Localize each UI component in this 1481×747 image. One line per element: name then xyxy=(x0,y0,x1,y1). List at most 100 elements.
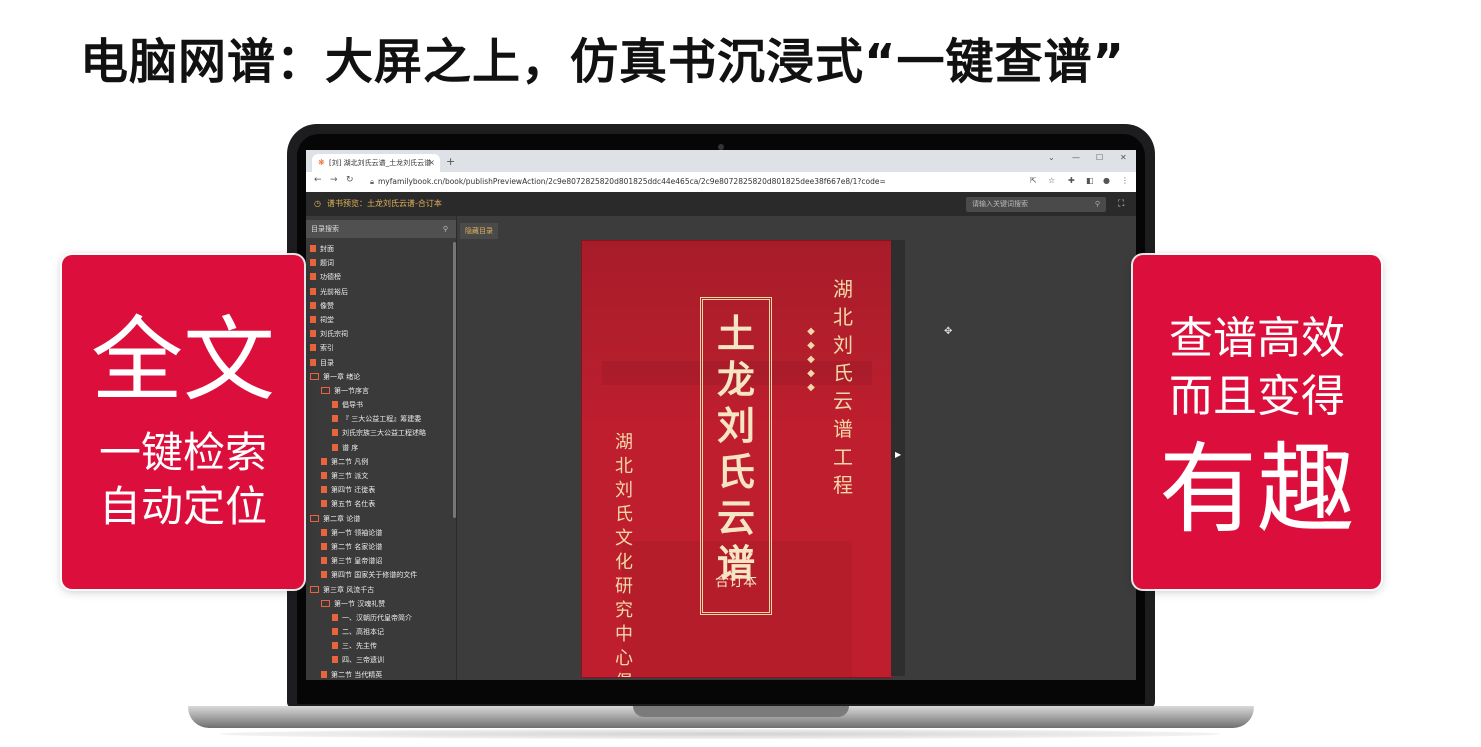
extensions-icon[interactable]: ✚ xyxy=(1068,176,1075,185)
page-icon xyxy=(321,472,327,479)
toc-item-label: 题词 xyxy=(320,259,334,268)
page-icon xyxy=(332,613,338,621)
back-icon[interactable]: ← xyxy=(314,175,322,185)
maximize-icon[interactable]: ☐ xyxy=(1096,153,1103,162)
toc-item[interactable]: 第二章 论谱 xyxy=(306,512,452,526)
share-icon[interactable]: ⇱ xyxy=(1030,176,1037,185)
folder-icon xyxy=(310,514,319,522)
toc-item[interactable]: 第二节 凡例 xyxy=(306,455,452,469)
toc-item-label: 第一节 领袖论谱 xyxy=(331,528,383,537)
toc-item-label: 功德榜 xyxy=(320,273,341,282)
folder-icon xyxy=(321,386,330,394)
folder-icon xyxy=(310,372,319,380)
callout-left-line1: 一键检索 xyxy=(98,428,267,477)
toc-item-label: 第四节 迁徙表 xyxy=(331,486,376,495)
toc-item[interactable]: 一、汉朝历代皇帝简介 xyxy=(306,611,452,625)
toc-item-label: 第一节 汉魂礼赞 xyxy=(334,599,386,608)
menu-icon[interactable]: ⋮ xyxy=(1121,176,1129,185)
toc-item-label: 目录 xyxy=(320,358,334,367)
toc-item[interactable]: 功德榜 xyxy=(306,270,452,284)
bookmark-star-icon[interactable]: ☆ xyxy=(1048,176,1055,185)
toc-item[interactable]: 第五节 名仕表 xyxy=(306,497,452,511)
toc-item[interactable]: 刘氏宗族三大公益工程述略 xyxy=(306,426,452,440)
toc-item-label: 光前裕后 xyxy=(320,287,348,296)
page-icon xyxy=(321,571,327,579)
sidebar-divider[interactable] xyxy=(456,216,457,680)
page-icon xyxy=(310,315,316,323)
toc-item[interactable]: 像赞 xyxy=(306,299,452,313)
toc-item[interactable]: 祠堂 xyxy=(306,313,452,327)
folder-icon xyxy=(310,585,319,593)
book-title: 土龙刘氏云谱 xyxy=(716,312,755,586)
toc-item[interactable]: 谱 序 xyxy=(306,441,452,455)
url-text: myfamilybook.cn/book/publishPreviewActio… xyxy=(378,177,886,186)
toc-item-label: 第三节 皇帝谱诏 xyxy=(331,557,383,566)
forward-icon[interactable]: → xyxy=(330,175,338,185)
toc-item[interactable]: 第四节 迁徙表 xyxy=(306,483,452,497)
toc-item[interactable]: 四、三帝遗训 xyxy=(306,653,452,667)
url-field[interactable]: 🔒︎ myfamilybook.cn/book/publishPreviewAct… xyxy=(370,175,1020,189)
toc-item[interactable]: 倡导书 xyxy=(306,398,452,412)
toc-item[interactable]: 封面 xyxy=(306,242,452,256)
minimize-icon[interactable]: — xyxy=(1072,153,1080,162)
book-cover-page: 土龙刘氏云谱 合订本 湖北刘氏文化研究中心倡修 湖北刘氏云谱工程 ◆◆◆◆◆ xyxy=(581,240,893,678)
book-left-column: 湖北刘氏文化研究中心倡修 xyxy=(615,432,633,677)
page-icon xyxy=(332,415,338,423)
fullscreen-icon[interactable]: ⛶ xyxy=(1118,192,1124,216)
toc-item[interactable]: 题词 xyxy=(306,256,452,270)
page-icon xyxy=(310,301,316,309)
callout-right-line1: 查谱高效 xyxy=(1169,313,1345,364)
toc-item[interactable]: 光前裕后 xyxy=(306,285,452,299)
chevron-down-icon[interactable]: ⌄ xyxy=(1048,153,1055,162)
toc-item[interactable]: 第一节 领袖论谱 xyxy=(306,526,452,540)
toc-item[interactable]: 第二节 名家论谱 xyxy=(306,540,452,554)
toc-item-label: 祠堂 xyxy=(320,315,334,324)
toc-item-label: 第一章 绪论 xyxy=(323,372,361,381)
toc-search-input[interactable]: 目录搜索 ⚲ xyxy=(306,220,456,238)
book-subtitle: 合订本 xyxy=(715,574,757,590)
toc-item[interactable]: 刘氏宗祠 xyxy=(306,327,452,341)
favicon-icon: ❋ xyxy=(318,158,325,167)
toc-item-label: 刘氏宗祠 xyxy=(320,330,348,339)
profile-icon[interactable]: ● xyxy=(1103,176,1110,185)
browser-tab[interactable]: ❋ [刘] 湖北刘氏云谱_土龙刘氏云谱 × xyxy=(312,154,440,172)
toc-item[interactable]: 索引 xyxy=(306,341,452,355)
keyword-search-input[interactable]: 请输入关键词搜索 ⚲ xyxy=(966,197,1106,212)
page-icon xyxy=(310,287,316,295)
tab-close-icon[interactable]: × xyxy=(428,154,435,172)
hide-toc-button[interactable]: 隐藏目录 xyxy=(460,223,498,239)
tab-title: [刘] 湖北刘氏云谱_土龙刘氏云谱 xyxy=(329,159,432,167)
toc-search-icon[interactable]: ⚲ xyxy=(443,220,448,238)
keyword-search-placeholder: 请输入关键词搜索 xyxy=(972,200,1028,208)
sidepanel-icon[interactable]: ◧ xyxy=(1086,176,1094,185)
toc-item[interactable]: 目录 xyxy=(306,356,452,370)
page-icon xyxy=(310,330,316,338)
toc-item-label: 像赞 xyxy=(320,301,334,310)
toc-item[interactable]: 第一章 绪论 xyxy=(306,370,452,384)
toc-item[interactable]: 二、高祖本记 xyxy=(306,625,452,639)
page-icon xyxy=(321,528,327,536)
calligraphy-signature-seal: ◆ ◆ ◆ ◆ ◆ xyxy=(807,326,815,393)
toc-item[interactable]: 第四节 国家关于修谱的文件 xyxy=(306,568,452,582)
new-tab-button[interactable]: + xyxy=(446,154,455,170)
toc-item[interactable]: 『 三大公益工程』筹建委 xyxy=(306,412,452,426)
next-page-button[interactable]: ▶ xyxy=(891,240,905,676)
clock-icon: ◷ xyxy=(314,199,321,208)
toc-item[interactable]: 三、先主传 xyxy=(306,639,452,653)
reload-icon[interactable]: ↻ xyxy=(346,175,354,185)
toc-item[interactable]: 第一节序言 xyxy=(306,384,452,398)
chevron-right-icon: ▶ xyxy=(895,450,902,459)
page-icon xyxy=(321,500,327,508)
window-close-icon[interactable]: ✕ xyxy=(1120,153,1127,162)
toc-item[interactable]: 第一节 汉魂礼赞 xyxy=(306,597,452,611)
toc-item[interactable]: 第三节 派文 xyxy=(306,469,452,483)
toc-item-label: 二、高祖本记 xyxy=(342,628,384,637)
book-right-column: 湖北刘氏云谱工程 xyxy=(833,277,853,497)
browser-tabbar: ❋ [刘] 湖北刘氏云谱_土龙刘氏云谱 × + ⌄ — ☐ ✕ xyxy=(306,150,1136,172)
toc-item-label: 『 三大公益工程』筹建委 xyxy=(342,415,422,424)
toc-item[interactable]: 第二节 当代精英 xyxy=(306,668,452,680)
address-bar: ← → ↻ 🔒︎ myfamilybook.cn/book/publishPrev… xyxy=(306,172,1136,193)
toc-item[interactable]: 第三章 风流千古 xyxy=(306,583,452,597)
search-icon[interactable]: ⚲ xyxy=(1095,197,1100,212)
toc-item[interactable]: 第三节 皇帝谱诏 xyxy=(306,554,452,568)
